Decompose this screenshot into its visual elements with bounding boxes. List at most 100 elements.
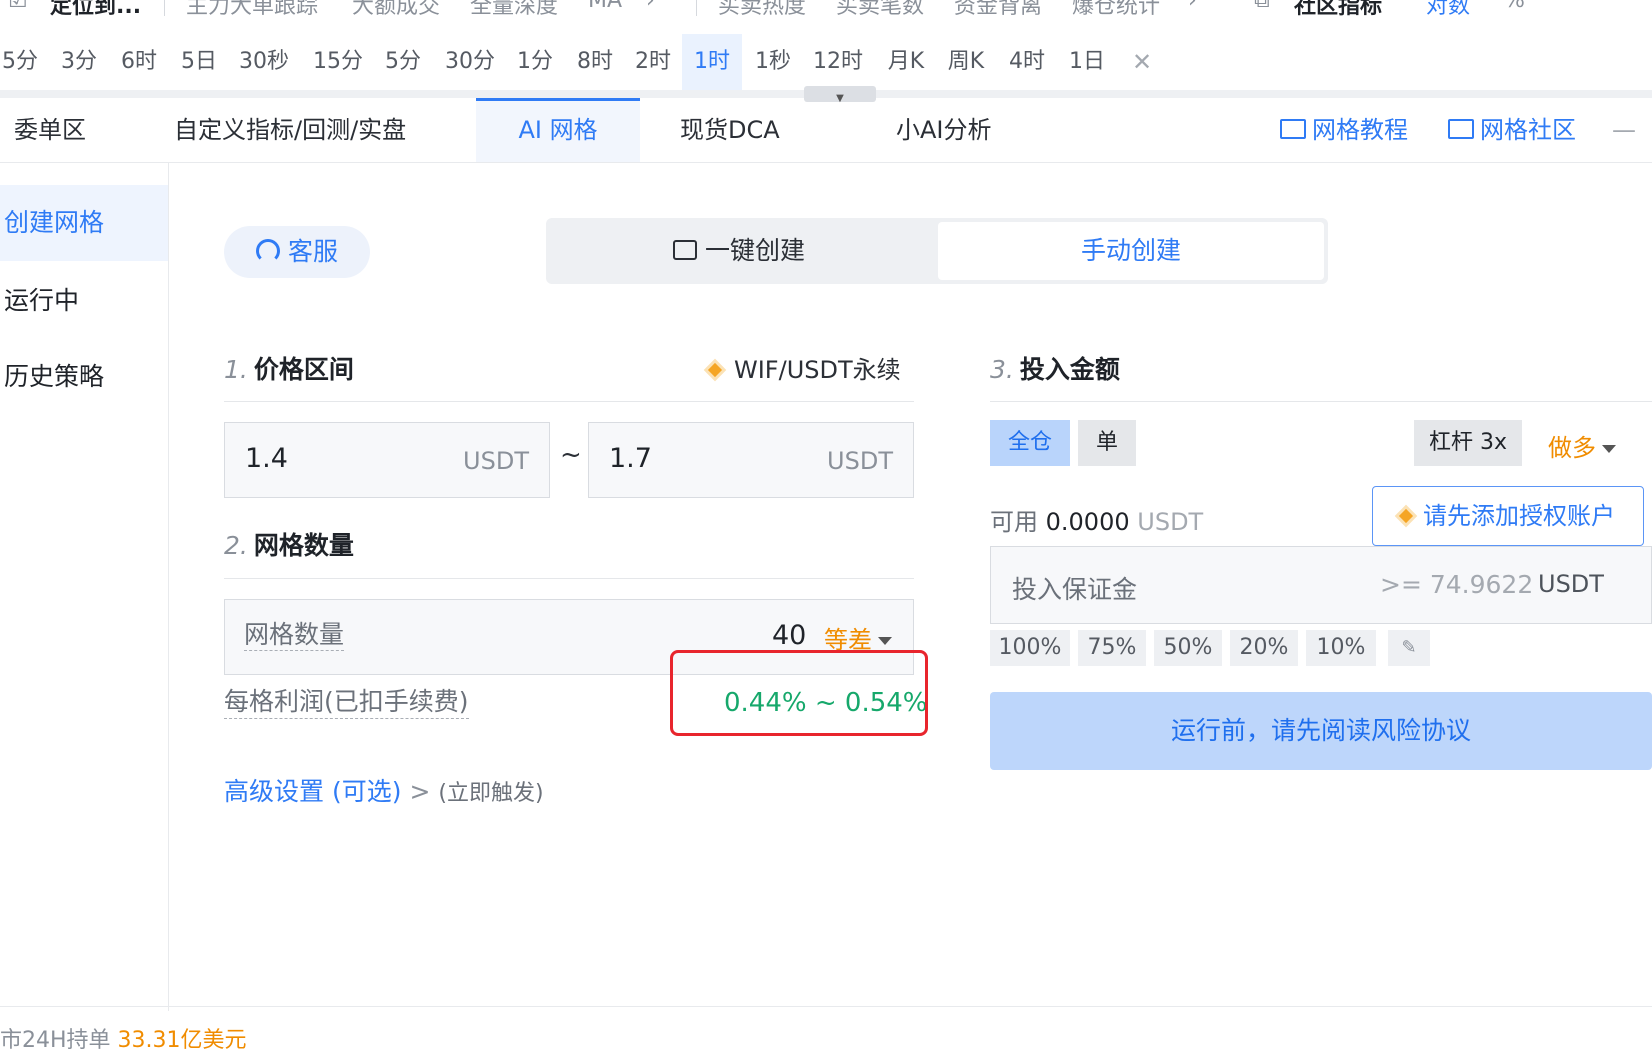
section-grid-count-title: 2. 网格数量: [224, 526, 354, 562]
percent-50-button[interactable]: 50%: [1154, 630, 1222, 666]
top-item-buy-sell-heat[interactable]: 买卖热度: [718, 0, 806, 20]
add-authorized-account-button[interactable]: 请先添加授权账户: [1372, 486, 1644, 546]
tab-orders[interactable]: 委单区: [14, 98, 86, 162]
manual-create-option[interactable]: 手动创建: [938, 222, 1324, 280]
checkbox-icon[interactable]: ☑: [8, 0, 28, 13]
margin-input-placeholder: 投入保证金: [1012, 575, 1138, 604]
top-item-fund-divergence[interactable]: 资金背离: [954, 0, 1042, 20]
close-icon[interactable]: ✕: [1132, 34, 1152, 90]
sidebar-item-history[interactable]: 历史策略: [0, 339, 168, 415]
customer-service-button[interactable]: 客服: [224, 226, 370, 278]
timeframe-1m[interactable]: 1分: [514, 34, 556, 90]
timeframe-weekly[interactable]: 周K: [944, 34, 988, 90]
timeframe-30m[interactable]: 30分: [442, 34, 498, 90]
grid-sidebar: 创建网格 运行中 历史策略: [0, 163, 169, 1011]
run-button[interactable]: 运行前，请先阅读风险协议: [990, 692, 1652, 770]
top-item-liquidation-stats[interactable]: 爆仓统计: [1072, 0, 1160, 20]
section-price-range-title: 1. 价格区间: [224, 350, 354, 386]
top-item-ma[interactable]: MA: [588, 0, 622, 13]
percent-75-button[interactable]: 75%: [1078, 630, 1146, 666]
section-number: 1.: [224, 355, 248, 384]
grid-count-value: 40: [772, 620, 807, 651]
top-toolbar: ☑ 定位到... 主力大单跟踪 大额成交 全量深度 MA › 买卖热度 买卖笔数…: [0, 0, 1652, 24]
advanced-settings-label: 高级设置 (可选): [224, 777, 402, 806]
timeframe-4h[interactable]: 4时: [1006, 34, 1048, 90]
timeframe-15m[interactable]: 15分: [310, 34, 366, 90]
top-item-buy-sell-count[interactable]: 买卖笔数: [836, 0, 924, 20]
tab-spot-dca[interactable]: 现货DCA: [680, 98, 780, 162]
margin-min-value: >= 74.9622: [1380, 570, 1534, 599]
robot-icon: [672, 240, 697, 260]
divider: [224, 401, 914, 402]
section-title-text: 投入金额: [1019, 355, 1120, 384]
isolated-margin-button[interactable]: 单: [1078, 420, 1136, 466]
chevron-right-icon[interactable]: ›: [1188, 0, 1197, 13]
chevron-right-icon: >: [409, 777, 431, 806]
leverage-button[interactable]: 杠杆 3x: [1414, 420, 1522, 466]
divider: [164, 0, 165, 16]
top-item-percent[interactable]: %: [1504, 0, 1525, 13]
sidebar-item-create-grid[interactable]: 创建网格: [0, 185, 168, 261]
top-item-full-depth[interactable]: 全量深度: [470, 0, 558, 20]
external-link-icon[interactable]: ⧉: [1254, 0, 1270, 13]
grid-count-label: 网格数量: [244, 620, 345, 651]
one-click-create-option[interactable]: 一键创建: [546, 222, 932, 280]
price-high-value: 1.7: [609, 443, 652, 474]
tab-custom-indicators[interactable]: 自定义指标/回测/实盘: [174, 98, 406, 162]
timeframe-5d[interactable]: 5日: [178, 34, 220, 90]
section-number: 2.: [224, 531, 248, 560]
timeframe-1s[interactable]: 1秒: [752, 34, 794, 90]
range-separator: ~: [560, 440, 582, 470]
grid-tutorial-link[interactable]: 网格教程: [1280, 98, 1408, 162]
timeframe-5m-a[interactable]: 5分: [0, 34, 40, 90]
percent-10-button[interactable]: 10%: [1306, 630, 1376, 666]
percent-100-button[interactable]: 100%: [990, 630, 1070, 666]
sidebar-item-running[interactable]: 运行中: [0, 263, 168, 339]
chevron-right-icon[interactable]: ›: [646, 0, 655, 13]
caret-down-icon: [878, 637, 892, 645]
minimize-icon[interactable]: —: [1612, 98, 1636, 162]
top-item-community-indicators[interactable]: 社区指标: [1294, 0, 1382, 20]
direction-select[interactable]: 做多: [1548, 428, 1616, 463]
timeframe-1h[interactable]: 1时: [682, 34, 742, 90]
price-low-unit: USDT: [463, 447, 529, 475]
book-icon: [1280, 119, 1306, 139]
timeframe-1d[interactable]: 1日: [1066, 34, 1108, 90]
available-unit: USDT: [1137, 508, 1204, 536]
profit-per-grid-label: 每格利润(已扣手续费): [224, 686, 469, 719]
price-low-value: 1.4: [245, 443, 288, 474]
tab-ai-analysis[interactable]: 小AI分析: [896, 98, 992, 162]
grid-community-label: 网格社区: [1480, 116, 1576, 144]
timeframe-monthly[interactable]: 月K: [884, 34, 928, 90]
available-label: 可用: [990, 508, 1038, 536]
price-low-input[interactable]: 1.4 USDT: [224, 422, 550, 498]
cross-margin-button[interactable]: 全仓: [990, 420, 1070, 466]
percent-20-button[interactable]: 20%: [1230, 630, 1298, 666]
bottom-ticker: 市24H持单 33.31亿美元: [0, 1022, 247, 1054]
timeframe-30s[interactable]: 30秒: [236, 34, 292, 90]
trading-pair: WIF/USDT永续: [707, 350, 901, 385]
timeframe-12h[interactable]: 12时: [810, 34, 866, 90]
coin-icon: [707, 362, 723, 378]
coin-icon: [1398, 508, 1414, 524]
tab-ai-grid[interactable]: AI 网格: [476, 98, 640, 162]
locate-button[interactable]: 定位到...: [50, 0, 141, 20]
edit-icon[interactable]: ✎: [1388, 630, 1430, 666]
advanced-settings-link[interactable]: 高级设置 (可选) > (立即触发): [224, 772, 544, 808]
top-item-main-order-tracking[interactable]: 主力大单跟踪: [186, 0, 318, 20]
bottom-ticker-value: 33.31亿美元: [117, 1028, 247, 1053]
community-icon: [1448, 119, 1474, 139]
top-item-large-trades[interactable]: 大额成交: [352, 0, 440, 20]
divider: [0, 1006, 1652, 1007]
price-high-input[interactable]: 1.7 USDT: [588, 422, 914, 498]
timeframe-2h[interactable]: 2时: [632, 34, 674, 90]
grid-community-link[interactable]: 网格社区: [1448, 98, 1576, 162]
top-item-log-scale[interactable]: 对数: [1426, 0, 1470, 20]
timeframe-6h[interactable]: 6时: [118, 34, 160, 90]
timeframe-3m[interactable]: 3分: [58, 34, 100, 90]
add-authorized-account-label: 请先添加授权账户: [1423, 502, 1615, 530]
section-title-text: 网格数量: [253, 531, 354, 560]
timeframe-5m-b[interactable]: 5分: [382, 34, 424, 90]
timeframe-8h[interactable]: 8时: [574, 34, 616, 90]
direction-label: 做多: [1548, 434, 1596, 462]
